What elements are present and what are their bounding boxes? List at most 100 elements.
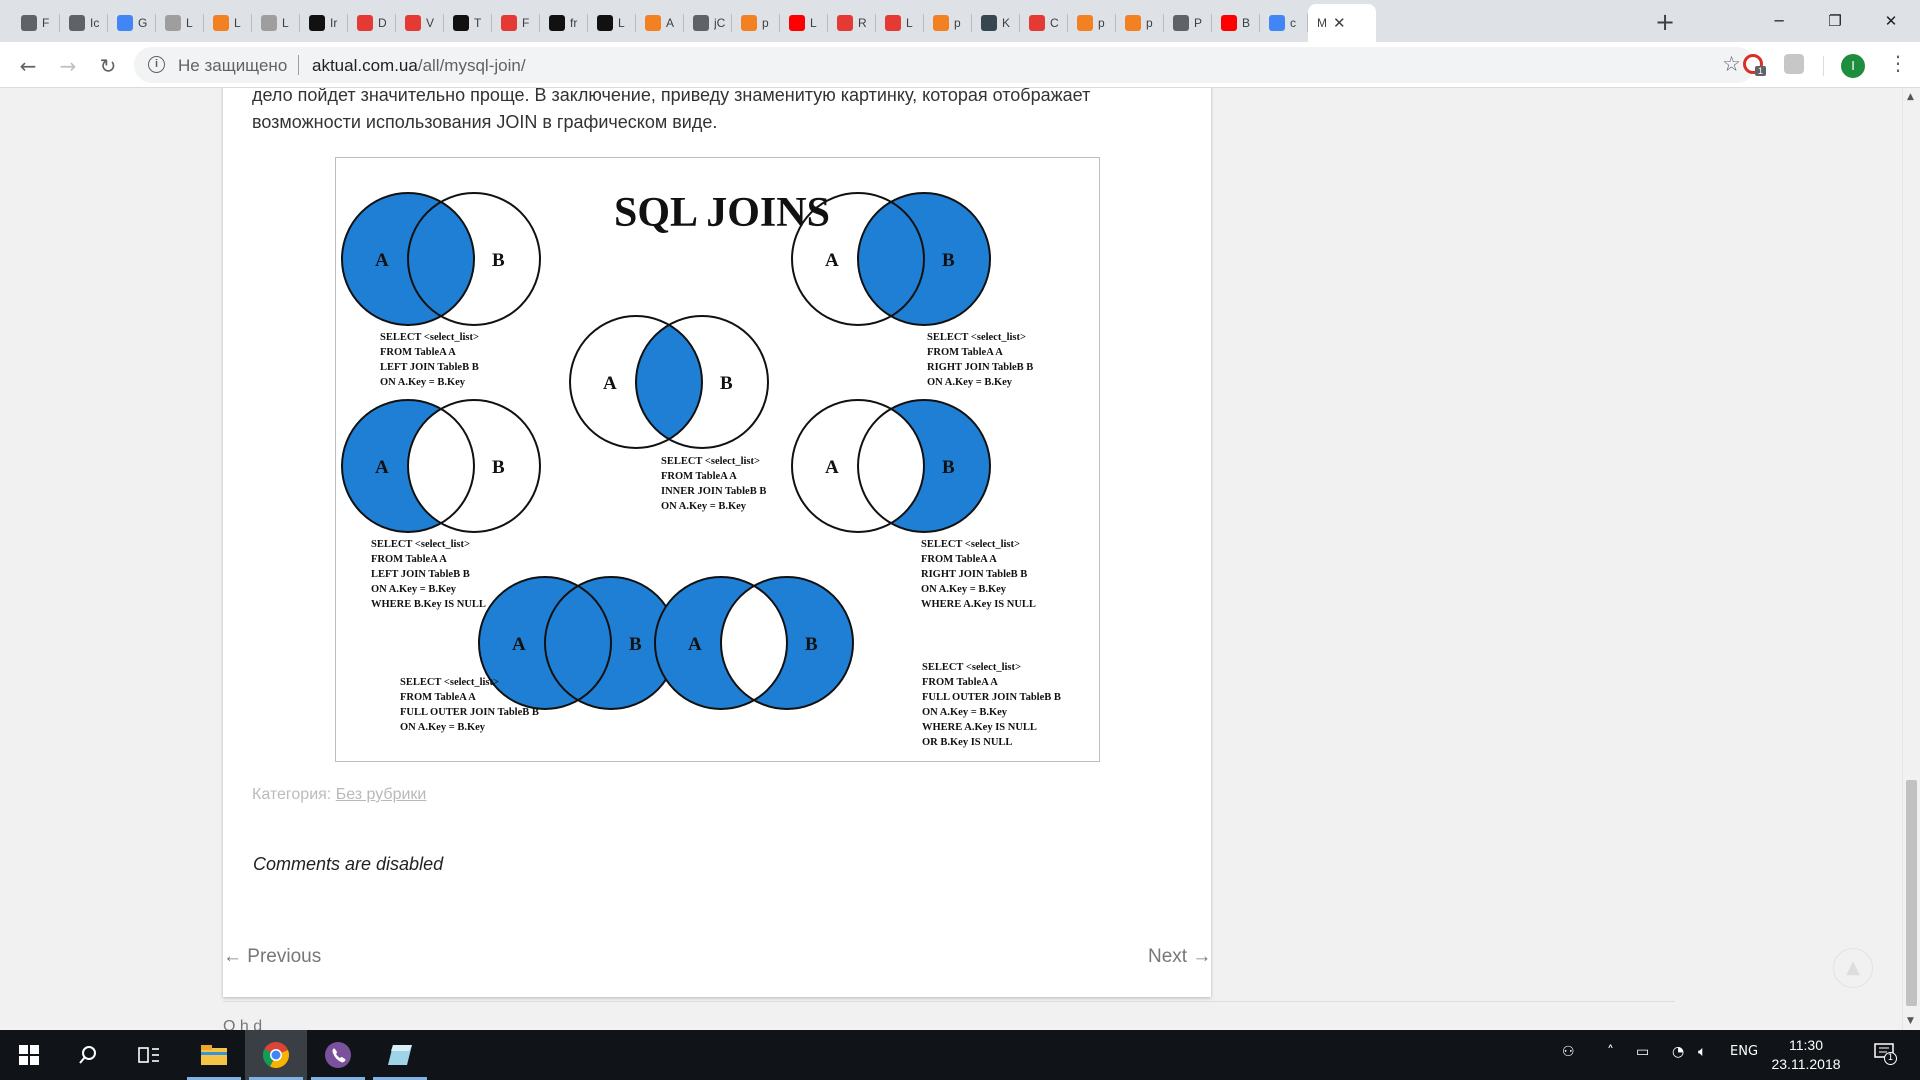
action-center-icon[interactable]: 1 — [1874, 1042, 1897, 1068]
info-icon[interactable]: i — [148, 56, 165, 73]
page-scrollbar[interactable]: ▲ ▼ — [1902, 88, 1920, 1030]
back-to-top-button[interactable]: ▲ — [1833, 948, 1873, 988]
windows-taskbar: ⚇ ˄ ▭ ◔ 🔈︎ ENG 11:30 23.11.2018 1 — [0, 1030, 1920, 1080]
browser-tab[interactable]: L — [876, 4, 924, 42]
new-tab-button[interactable]: + — [1655, 8, 1675, 36]
bookmark-star-icon[interactable]: ☆ — [1722, 52, 1741, 76]
tab-title: F — [42, 16, 50, 30]
restore-button[interactable]: ❐ — [1807, 0, 1863, 42]
section-divider — [223, 1001, 1675, 1002]
venn-label-a: A — [825, 457, 839, 478]
diagram-title: SQL JOINS — [614, 190, 830, 236]
tab-title: D — [378, 16, 387, 30]
volume-icon[interactable]: 🔈︎ — [1698, 1044, 1706, 1060]
browser-tab[interactable]: L — [156, 4, 204, 42]
reload-icon: ↻ — [99, 54, 117, 78]
viber-taskbar-icon[interactable] — [307, 1030, 369, 1080]
scroll-up-arrow-icon[interactable]: ▲ — [1907, 92, 1914, 102]
file-explorer-taskbar-icon[interactable] — [183, 1030, 245, 1080]
sql-snippet-left_null: SELECT <select_list> FROM TableA A LEFT JO… — [371, 539, 486, 610]
tab-title: L — [906, 16, 913, 30]
search-icon — [79, 1046, 96, 1064]
page-viewport: дело пойдет значительно проще. В заключе… — [0, 88, 1902, 1030]
stackoverflow-icon — [741, 15, 757, 31]
stackoverflow-icon — [1125, 15, 1141, 31]
stackoverflow-icon — [213, 15, 229, 31]
browser-tab[interactable]: p — [1116, 4, 1164, 42]
battery-icon[interactable]: ▭ — [1636, 1044, 1649, 1060]
sql-snippet-right_null: SELECT <select_list> FROM TableA A RIGHT J… — [921, 539, 1036, 610]
tab-title: R — [858, 16, 867, 30]
task-view-button[interactable] — [118, 1030, 180, 1080]
active-browser-tab[interactable]: M ✕ — [1308, 4, 1376, 42]
browser-tab[interactable]: D — [348, 4, 396, 42]
profile-avatar[interactable]: I — [1841, 54, 1865, 78]
previous-post-link[interactable]: ← Previous — [223, 946, 321, 968]
sql-line: RIGHT JOIN TableB B — [921, 569, 1027, 580]
venn-inner-join: AB — [569, 315, 769, 449]
browser-tab[interactable]: F — [12, 4, 60, 42]
back-button[interactable]: ← — [14, 52, 42, 80]
next-post-link[interactable]: Next → — [1148, 946, 1211, 968]
browser-tab[interactable]: L — [204, 4, 252, 42]
browser-tab[interactable]: L — [588, 4, 636, 42]
tab-title: V — [426, 16, 435, 30]
search-button[interactable] — [58, 1030, 118, 1080]
forward-button[interactable]: → — [54, 52, 82, 80]
post-category: Категория: Без рубрики — [252, 786, 426, 804]
people-icon[interactable]: ⚇ — [1562, 1044, 1575, 1060]
browser-tab[interactable]: p — [732, 4, 780, 42]
scrollbar-thumb[interactable] — [1906, 780, 1917, 1006]
browser-tab[interactable]: c — [1260, 4, 1308, 42]
browser-tab[interactable]: jC — [684, 4, 732, 42]
page-icon — [693, 15, 709, 31]
system-clock[interactable]: 11:30 23.11.2018 — [1766, 1036, 1846, 1074]
tab-title: L — [282, 16, 289, 30]
browser-tab[interactable]: K — [972, 4, 1020, 42]
sql-line: SELECT <select_list> — [380, 332, 479, 343]
close-window-button[interactable]: ✕ — [1863, 0, 1919, 42]
language-indicator[interactable]: ENG — [1730, 1044, 1758, 1059]
browser-tab[interactable]: V — [396, 4, 444, 42]
browser-tab[interactable]: L — [780, 4, 828, 42]
sql-line: SELECT <select_list> — [400, 677, 499, 688]
menu-kebab-icon[interactable]: ⋮ — [1888, 51, 1908, 75]
tab-title: K — [1002, 16, 1011, 30]
dev-icon — [597, 15, 613, 31]
browser-tab[interactable]: p — [1068, 4, 1116, 42]
browser-tab[interactable]: L — [252, 4, 300, 42]
url-text[interactable]: aktual.com.ua/all/mysql-join/ — [312, 56, 526, 76]
address-bar[interactable]: i Не защищено aktual.com.ua/all/mysql-jo… — [134, 47, 1755, 83]
chevron-up-tray-icon[interactable]: ˄ — [1607, 1044, 1614, 1060]
wifi-icon[interactable]: ◔ — [1672, 1044, 1684, 1060]
chrome-taskbar-icon[interactable] — [245, 1030, 307, 1080]
tab-title: G — [138, 16, 148, 30]
browser-tab[interactable]: F — [492, 4, 540, 42]
adblock-extension-icon[interactable]: 1 — [1743, 54, 1767, 76]
browser-tab[interactable]: G — [108, 4, 156, 42]
start-button[interactable] — [0, 1030, 58, 1080]
extension-badge: 1 — [1755, 66, 1767, 76]
browser-tab[interactable]: fr — [540, 4, 588, 42]
category-link[interactable]: Без рубрики — [336, 786, 427, 803]
sql-line: SELECT <select_list> — [922, 662, 1021, 673]
youtube-icon — [789, 15, 805, 31]
browser-tab[interactable]: P — [1164, 4, 1212, 42]
browser-tab[interactable]: A — [636, 4, 684, 42]
red-site-icon — [837, 15, 853, 31]
browser-tab[interactable]: Ic — [60, 4, 108, 42]
t-icon — [981, 15, 997, 31]
close-tab-icon[interactable]: ✕ — [1333, 14, 1346, 32]
browser-tab[interactable]: p — [924, 4, 972, 42]
sql-line: LEFT JOIN TableB B — [371, 569, 470, 580]
app-taskbar-icon[interactable] — [369, 1030, 431, 1080]
browser-tab[interactable]: Ir — [300, 4, 348, 42]
browser-tab[interactable]: B — [1212, 4, 1260, 42]
browser-tab[interactable]: R — [828, 4, 876, 42]
reload-button[interactable]: ↻ — [94, 52, 122, 80]
minimize-button[interactable]: ─ — [1751, 0, 1807, 42]
paw-extension-icon[interactable] — [1784, 54, 1804, 74]
scroll-down-arrow-icon[interactable]: ▼ — [1907, 1016, 1914, 1026]
browser-tab[interactable]: T — [444, 4, 492, 42]
browser-tab[interactable]: C — [1020, 4, 1068, 42]
